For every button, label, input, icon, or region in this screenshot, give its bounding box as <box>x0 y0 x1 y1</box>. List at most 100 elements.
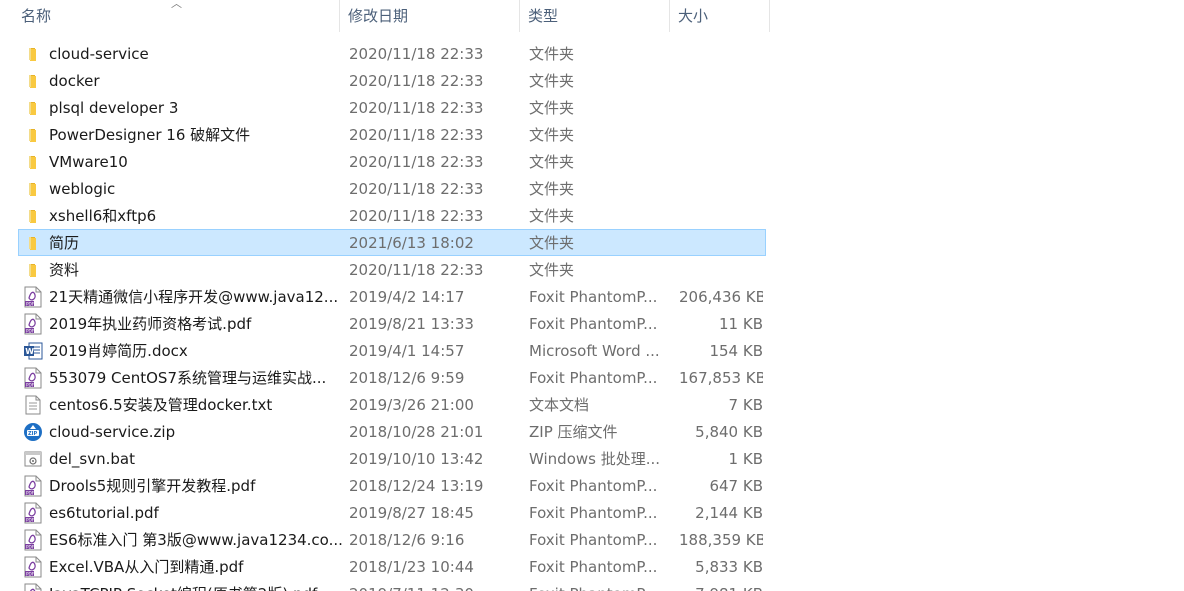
file-name: 2019年执业药师资格考试.pdf <box>49 315 252 333</box>
file-size: 7,981 KB <box>679 585 763 591</box>
svg-text:PDF: PDF <box>26 571 35 576</box>
pdf-icon: PDF <box>21 366 45 390</box>
file-modified-date: 2021/6/13 18:02 <box>349 233 474 252</box>
file-row[interactable]: docker 2020/11/18 22:33 文件夹 <box>18 67 766 94</box>
column-header-bar: ︿ 名称 修改日期 类型 大小 <box>0 0 770 32</box>
file-row[interactable]: PDF Excel.VBA从入门到精通.pdf 2018/1/23 10:44 Fox… <box>18 553 766 580</box>
file-name: 2019肖婷简历.docx <box>49 342 188 360</box>
file-row[interactable]: PDF 21天精通微信小程序开发@www.java12... 2019/4/2 14… <box>18 283 766 310</box>
column-header-date[interactable]: 修改日期 <box>340 0 520 32</box>
file-modified-date: 2018/1/23 10:44 <box>349 557 474 576</box>
file-modified-date: 2020/11/18 22:33 <box>349 125 484 144</box>
file-name: 553079 CentOS7系统管理与运维实战... <box>49 369 327 387</box>
file-modified-date: 2018/12/24 13:19 <box>349 476 484 495</box>
file-size: 154 KB <box>709 341 763 360</box>
file-modified-date: 2019/10/10 13:42 <box>349 449 484 468</box>
file-row[interactable]: weblogic 2020/11/18 22:33 文件夹 <box>18 175 766 202</box>
folder-icon <box>21 123 45 147</box>
file-list: cloud-service 2020/11/18 22:33 文件夹 docker 20… <box>18 40 766 591</box>
file-name: PowerDesigner 16 破解文件 <box>49 126 251 144</box>
file-row[interactable]: plsql developer 3 2020/11/18 22:33 文件夹 <box>18 94 766 121</box>
file-type: Foxit PhantomP... <box>529 503 658 522</box>
file-type: Foxit PhantomP... <box>529 314 658 333</box>
column-header-type[interactable]: 类型 <box>520 0 670 32</box>
file-type: Windows 批处理... <box>529 450 661 468</box>
file-name: cloud-service <box>49 44 149 63</box>
file-row[interactable]: PDF es6tutorial.pdf 2019/8/27 18:45 Foxit P… <box>18 499 766 526</box>
file-name: ES6标准入门 第3版@www.java1234.co... <box>49 531 343 549</box>
file-name: Drools5规则引擎开发教程.pdf <box>49 477 256 495</box>
file-row[interactable]: PDF JavaTCPIP Socket编程(原书第2版).pdf2019/7/1… <box>18 580 766 591</box>
file-type: Foxit PhantomP... <box>529 287 658 306</box>
file-type: Microsoft Word ... <box>529 341 660 360</box>
file-name: cloud-service.zip <box>49 422 176 441</box>
file-size: 206,436 KB <box>679 287 763 306</box>
file-size: 11 KB <box>719 314 763 333</box>
folder-icon <box>21 42 45 66</box>
svg-text:PDF: PDF <box>26 328 35 333</box>
word-icon: W <box>21 339 45 363</box>
file-type: 文本文档 <box>529 396 590 414</box>
file-row[interactable]: PowerDesigner 16 破解文件 2020/11/18 22:33 文件夹 <box>18 121 766 148</box>
file-type: 文件夹 <box>529 99 575 117</box>
file-modified-date: 2019/3/26 21:00 <box>349 395 474 414</box>
file-row[interactable]: del_svn.bat 2019/10/10 13:42 Windows 批处理..… <box>18 445 766 472</box>
file-modified-date: 2020/11/18 22:33 <box>349 179 484 198</box>
folder-icon <box>21 177 45 201</box>
file-type: 文件夹 <box>529 261 575 279</box>
file-row[interactable]: PDF 553079 CentOS7系统管理与运维实战... 2018/12/6 9… <box>18 364 766 391</box>
file-size: 5,833 KB <box>695 557 763 576</box>
file-name: 资料 <box>49 261 80 279</box>
column-header-size[interactable]: 大小 <box>670 0 770 32</box>
file-name: del_svn.bat <box>49 449 135 468</box>
file-modified-date: 2020/11/18 22:33 <box>349 71 484 90</box>
file-size: 188,359 KB <box>679 530 763 549</box>
svg-text:W: W <box>25 347 34 356</box>
folder-icon <box>21 69 45 93</box>
file-row[interactable]: 简历 2021/6/13 18:02 文件夹 <box>18 229 766 256</box>
folder-icon <box>21 258 45 282</box>
file-name: 21天精通微信小程序开发@www.java12... <box>49 288 339 306</box>
file-modified-date: 2020/11/18 22:33 <box>349 152 484 171</box>
svg-text:PDF: PDF <box>26 544 35 549</box>
file-row[interactable]: W 2019肖婷简历.docx 2019/4/1 14:57 Microsoft Wo… <box>18 337 766 364</box>
file-modified-date: 2018/12/6 9:16 <box>349 530 465 549</box>
file-modified-date: 2018/12/6 9:59 <box>349 368 465 387</box>
file-modified-date: 2020/11/18 22:33 <box>349 98 484 117</box>
file-type: Foxit PhantomP... <box>529 585 679 591</box>
file-name: centos6.5安装及管理docker.txt <box>49 396 273 414</box>
file-type: 文件夹 <box>529 45 575 63</box>
file-modified-date: 2018/10/28 21:01 <box>349 422 484 441</box>
file-row[interactable]: ZIP cloud-service.zip 2018/10/28 21:01 ZIP … <box>18 418 766 445</box>
pdf-icon: PDF <box>21 555 45 579</box>
file-size: 167,853 KB <box>679 368 763 387</box>
pdf-icon: PDF <box>21 501 45 525</box>
file-name: docker <box>49 71 100 90</box>
file-row[interactable]: PDF ES6标准入门 第3版@www.java1234.co... 2018/12… <box>18 526 766 553</box>
file-row[interactable]: PDF Drools5规则引擎开发教程.pdf 2018/12/24 13:19 Fo… <box>18 472 766 499</box>
file-type: Foxit PhantomP... <box>529 368 658 387</box>
file-row[interactable]: centos6.5安装及管理docker.txt 2019/3/26 21:00 文… <box>18 391 766 418</box>
file-size: 2,144 KB <box>695 503 763 522</box>
column-header-name[interactable]: ︿ 名称 <box>0 0 340 32</box>
file-row[interactable]: VMware10 2020/11/18 22:33 文件夹 <box>18 148 766 175</box>
zip-icon: ZIP <box>21 420 45 444</box>
file-row[interactable]: PDF 2019年执业药师资格考试.pdf 2019/8/21 13:33 Foxit… <box>18 310 766 337</box>
column-header-name-label: 名称 <box>21 7 52 25</box>
file-row[interactable]: cloud-service 2020/11/18 22:33 文件夹 <box>18 40 766 67</box>
file-modified-date: 2019/4/1 14:57 <box>349 341 465 360</box>
file-type: Foxit PhantomP... <box>529 530 658 549</box>
file-type: Foxit PhantomP... <box>529 476 658 495</box>
file-type: 文件夹 <box>529 72 575 90</box>
file-name: weblogic <box>49 179 116 198</box>
file-row[interactable]: 资料 2020/11/18 22:33 文件夹 <box>18 256 766 283</box>
file-type: 文件夹 <box>529 234 575 252</box>
column-header-size-label: 大小 <box>678 7 709 25</box>
folder-icon <box>21 150 45 174</box>
pdf-icon: PDF <box>21 285 45 309</box>
svg-text:ZIP: ZIP <box>28 431 37 437</box>
batch-file-icon <box>21 447 45 471</box>
file-row[interactable]: xshell6和xftp6 2020/11/18 22:33 文件夹 <box>18 202 766 229</box>
file-modified-date: 2020/11/18 22:33 <box>349 206 484 225</box>
folder-icon <box>21 96 45 120</box>
